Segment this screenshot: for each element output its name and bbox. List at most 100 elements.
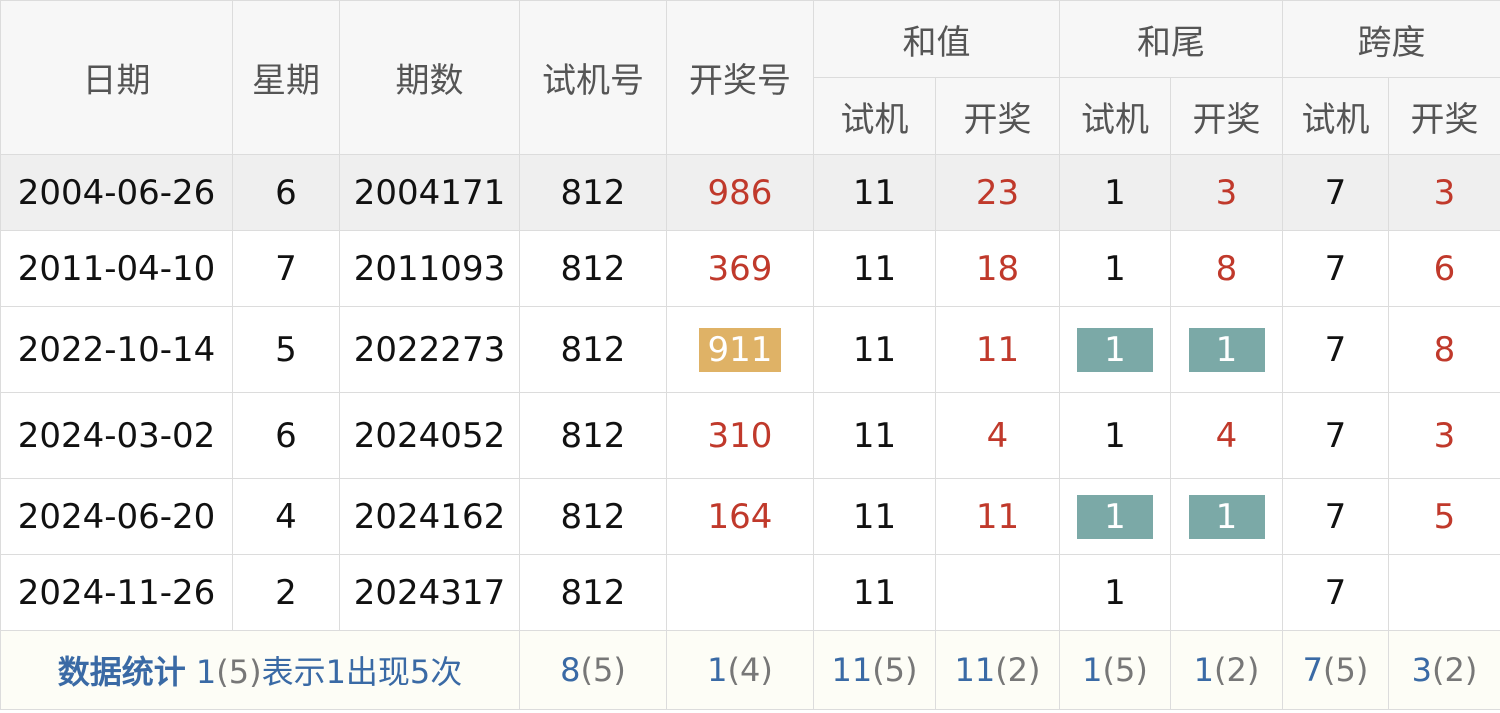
cell-date: 2024-06-20	[0, 478, 233, 555]
stats-count: (5)	[872, 651, 918, 689]
cell-weekday: 2	[232, 554, 340, 631]
cell-tail-draw: 1	[1170, 478, 1283, 555]
cell-span-draw: 6	[1388, 230, 1500, 307]
stats-test: 8(5)	[519, 630, 667, 710]
cell-period: 2011093	[339, 230, 520, 307]
cell-tail-test: 1	[1059, 306, 1171, 393]
stats-sum-test: 11(5)	[813, 630, 936, 710]
cell-sum-test: 11	[813, 306, 936, 393]
cell-period: 2024317	[339, 554, 520, 631]
header-span-draw: 开奖	[1388, 77, 1500, 155]
stats-draw: 1(4)	[666, 630, 814, 710]
stats-count: (5)	[1102, 651, 1148, 689]
cell-draw	[666, 554, 814, 631]
cell-test: 812	[519, 392, 667, 479]
cell-tail-test: 1	[1059, 230, 1171, 307]
cell-date: 2004-06-26	[0, 154, 233, 231]
cell-date: 2024-11-26	[0, 554, 233, 631]
cell-test: 812	[519, 306, 667, 393]
cell-tail-test: 1	[1059, 392, 1171, 479]
table-row: 2011-04-10 7 2011093 812 369 11 18 1 8 7…	[0, 230, 1500, 307]
stats-value: 7	[1302, 651, 1324, 689]
tail-match-badge: 1	[1077, 494, 1153, 539]
cell-span-draw	[1388, 554, 1500, 631]
cell-sum-draw: 4	[935, 392, 1060, 479]
cell-span-test: 7	[1282, 154, 1389, 231]
cell-weekday: 6	[232, 392, 340, 479]
stats-note-value: 1	[195, 653, 217, 691]
cell-test: 812	[519, 154, 667, 231]
cell-sum-test: 11	[813, 230, 936, 307]
tail-match-badge: 1	[1188, 327, 1265, 372]
stats-row: 数据统计 1(5)表示1出现5次 8(5) 1(4) 11(5) 11(2) 1…	[0, 630, 1500, 710]
header-row-top: 日期 星期 期数 试机号 开奖号 和值 和尾 跨度	[0, 0, 1500, 155]
cell-sum-draw: 18	[935, 230, 1060, 307]
header-sum: 和值	[813, 0, 1060, 78]
cell-draw: 310	[666, 392, 814, 479]
stats-count: (5)	[580, 651, 626, 689]
cell-weekday: 5	[232, 306, 340, 393]
cell-date: 2024-03-02	[0, 392, 233, 479]
table-row: 2004-06-26 6 2004171 812 986 11 23 1 3 7…	[0, 154, 1500, 231]
stats-value: 1	[1082, 651, 1103, 689]
header-span: 跨度	[1282, 0, 1500, 78]
cell-sum-test: 11	[813, 154, 936, 231]
cell-date: 2011-04-10	[0, 230, 233, 307]
cell-test: 812	[519, 554, 667, 631]
cell-sum-test: 11	[813, 392, 936, 479]
stats-value: 11	[831, 651, 873, 689]
cell-span-draw: 3	[1388, 392, 1500, 479]
header-test-number: 试机号	[519, 0, 667, 155]
cell-span-test: 7	[1282, 554, 1389, 631]
stats-value: 1	[1193, 651, 1215, 689]
table-row: 2024-06-20 4 2024162 812 164 11 11 1 1 7…	[0, 478, 1500, 555]
stats-count: (5)	[1323, 651, 1369, 689]
header-weekday: 星期	[232, 0, 340, 155]
cell-period: 2024162	[339, 478, 520, 555]
stats-tail-test: 1(5)	[1059, 630, 1171, 710]
lottery-history-table: 日期 星期 期数 试机号 开奖号 和值 和尾 跨度 试机 开奖 试机 开奖 试机…	[0, 0, 1500, 710]
cell-draw: 369	[666, 230, 814, 307]
cell-period: 2022273	[339, 306, 520, 393]
stats-value: 8	[560, 651, 581, 689]
cell-tail-draw: 4	[1170, 392, 1283, 479]
cell-tail-test: 1	[1059, 478, 1171, 555]
cell-span-test: 7	[1282, 306, 1389, 393]
cell-weekday: 6	[232, 154, 340, 231]
cell-sum-draw: 11	[935, 306, 1060, 393]
cell-sum-draw: 23	[935, 154, 1060, 231]
cell-weekday: 7	[232, 230, 340, 307]
header-tail: 和尾	[1059, 0, 1283, 78]
stats-tail-draw: 1(2)	[1170, 630, 1283, 710]
header-draw-number: 开奖号	[666, 0, 814, 155]
stats-note-count: (5)	[216, 653, 262, 691]
stats-value: 11	[954, 651, 996, 689]
table-row: 2024-11-26 2 2024317 812 11 1 7	[0, 554, 1500, 631]
header-date: 日期	[0, 0, 233, 155]
cell-test: 812	[519, 230, 667, 307]
stats-label-cell: 数据统计 1(5)表示1出现5次	[0, 630, 520, 710]
cell-tail-test: 1	[1059, 554, 1171, 631]
cell-sum-test: 11	[813, 478, 936, 555]
stats-count: (2)	[1214, 651, 1260, 689]
stats-title: 数据统计	[57, 653, 186, 691]
header-tail-draw: 开奖	[1170, 77, 1283, 155]
cell-weekday: 4	[232, 478, 340, 555]
header-period: 期数	[339, 0, 520, 155]
table-row: 2022-10-14 5 2022273 812 911 11 11 1 1 7…	[0, 306, 1500, 393]
header-sum-draw: 开奖	[935, 77, 1060, 155]
stats-span-test: 7(5)	[1282, 630, 1389, 710]
stats-value: 3	[1411, 651, 1433, 689]
cell-span-test: 7	[1282, 230, 1389, 307]
cell-span-draw: 5	[1388, 478, 1500, 555]
stats-span-draw: 3(2)	[1388, 630, 1500, 710]
cell-test: 812	[519, 478, 667, 555]
cell-sum-test: 11	[813, 554, 936, 631]
cell-draw: 911	[666, 306, 814, 393]
cell-sum-draw: 11	[935, 478, 1060, 555]
cell-draw: 164	[666, 478, 814, 555]
cell-draw: 986	[666, 154, 814, 231]
header-span-test: 试机	[1282, 77, 1389, 155]
cell-span-draw: 8	[1388, 306, 1500, 393]
tail-match-badge: 1	[1188, 494, 1265, 539]
